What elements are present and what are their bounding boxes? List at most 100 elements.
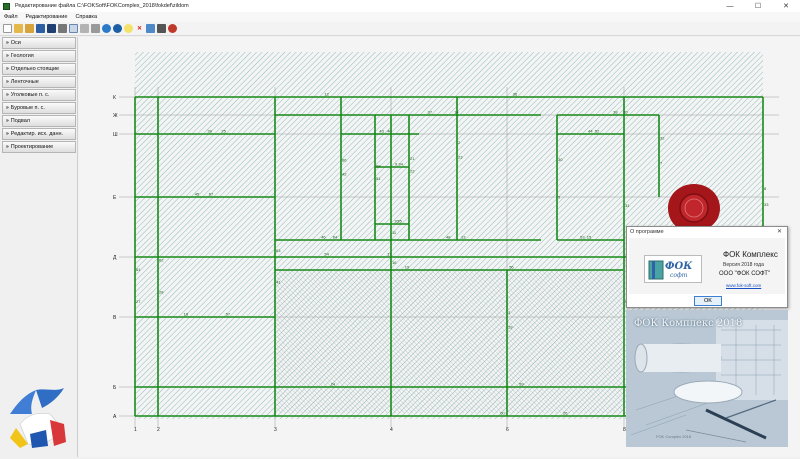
member-label: 54 xyxy=(324,252,329,257)
ok-button[interactable]: OK xyxy=(694,296,722,306)
sidebar-item-label: Буровые п. с. xyxy=(10,104,45,111)
chevron-icon: » xyxy=(6,143,9,150)
lightbulb-icon[interactable] xyxy=(124,24,133,33)
open-icon[interactable] xyxy=(25,24,34,33)
sync-icon[interactable] xyxy=(168,24,177,33)
sidebar-item-bored-walls[interactable]: » Буровые п. с. xyxy=(2,102,76,114)
new-file-icon[interactable] xyxy=(3,24,12,33)
member-label: 67 xyxy=(209,192,214,197)
member-label: 61 xyxy=(136,267,141,272)
member-label: 14 xyxy=(454,110,459,115)
sidebar-item-standalone[interactable]: » Отдельно стоящие xyxy=(2,63,76,75)
menu-edit[interactable]: Редактирование xyxy=(22,14,72,20)
row-axis-labels: К Ж Ш Е Д В Б А xyxy=(113,95,118,420)
splash-footer: FOK Complex 2018 xyxy=(656,434,692,439)
row-axis-label: Е xyxy=(113,195,117,201)
sidebar-item-label: Ленточные xyxy=(10,78,39,85)
member-label: 42 xyxy=(342,172,347,177)
sidebar-item-axes[interactable]: » Оси xyxy=(2,37,76,49)
sidebar-item-edit-source[interactable]: » Редактир. исх. данн. xyxy=(2,128,76,140)
sidebar-item-label: Редактир. исх. данн. xyxy=(10,130,64,137)
chevron-icon: » xyxy=(6,117,9,124)
save-icon[interactable] xyxy=(36,24,45,33)
sidebar-item-basement[interactable]: » Подвал xyxy=(2,115,76,127)
member-label: 62 xyxy=(159,257,164,262)
window-title: Редактирование файла C:\FOKSoft\FOKCompl… xyxy=(15,3,189,9)
row-axis-label: Ш xyxy=(113,132,118,138)
sidebar-item-label: Геология xyxy=(10,52,34,59)
menu-help[interactable]: Справка xyxy=(71,14,101,20)
website-link[interactable]: www.fok-soft.com xyxy=(726,283,761,288)
company-name: ООО "ФОК СОФТ" xyxy=(719,271,771,277)
copy-icon[interactable] xyxy=(69,24,78,33)
cut-icon[interactable] xyxy=(80,24,89,33)
hand-dove-logo xyxy=(10,388,66,448)
book-icon xyxy=(648,260,664,280)
member-label: 31 xyxy=(625,203,630,208)
row-axis-label: В xyxy=(113,315,117,321)
member-label: 57 xyxy=(226,312,231,317)
sidebar-item-strip[interactable]: » Ленточные xyxy=(2,76,76,88)
sidebar-item-geology[interactable]: » Геология xyxy=(2,50,76,62)
member-label: 56 xyxy=(509,265,514,270)
member-label: 8 xyxy=(764,186,767,191)
chevron-icon: » xyxy=(6,39,9,46)
chevron-icon: » xyxy=(6,104,9,111)
blueprint-illustration xyxy=(626,310,788,447)
col-axis-label: 1 xyxy=(134,427,137,433)
sidebar-item-angle-walls[interactable]: » Уголковые п. с. xyxy=(2,89,76,101)
camera-icon[interactable] xyxy=(157,24,166,33)
col-axis-label: 6 xyxy=(506,427,509,433)
col-axis-labels: 123468 xyxy=(134,427,626,433)
member-label: 52 xyxy=(595,129,600,134)
member-label: 45 xyxy=(195,192,200,197)
member-label: 59 xyxy=(519,382,524,387)
row-axis-label: Б xyxy=(113,385,117,391)
delete-icon[interactable]: ✕ xyxy=(135,24,144,33)
member-label: 27 xyxy=(136,299,141,304)
member-label: 21 xyxy=(410,156,415,161)
member-label: 68 xyxy=(376,163,381,168)
member-label: 25 xyxy=(221,129,226,134)
member-label: 28 xyxy=(159,289,164,294)
col-axis-label: 4 xyxy=(390,427,393,433)
globe-2-icon[interactable] xyxy=(113,24,122,33)
member-label: 38 xyxy=(613,110,618,115)
sidebar-item-label: Подвал xyxy=(10,117,31,124)
sidebar-item-label: Уголковые п. с. xyxy=(10,91,50,98)
member-label: 64 xyxy=(333,235,338,240)
row-axis-label: Д xyxy=(113,255,117,261)
globe-icon[interactable] xyxy=(102,24,111,33)
wrench-icon[interactable] xyxy=(91,24,100,33)
print-icon[interactable] xyxy=(58,24,67,33)
menu-file[interactable]: Файл xyxy=(0,14,22,20)
member-label: 33 xyxy=(764,202,769,207)
open-folder-icon[interactable] xyxy=(14,24,23,33)
chevron-icon: » xyxy=(6,130,9,137)
maximize-button[interactable]: ☐ xyxy=(744,0,772,12)
save-as-icon[interactable] xyxy=(47,24,56,33)
member-label: 44 xyxy=(588,129,593,134)
logo-subtext: софт xyxy=(670,272,688,279)
member-label: 23 xyxy=(458,154,463,159)
dialog-close-button[interactable]: ✕ xyxy=(777,228,782,235)
app-name: ФОК Комплекс xyxy=(723,250,778,259)
col-axis-label: 2 xyxy=(157,427,160,433)
member-label: 41 xyxy=(276,280,281,285)
row-axis-label: Ж xyxy=(113,113,118,119)
sidebar-item-design[interactable]: » Проектирование xyxy=(2,141,76,153)
member-label: 63 xyxy=(276,248,281,253)
member-label: 26 xyxy=(563,411,568,416)
member-label: 36 xyxy=(513,92,518,97)
close-button[interactable]: ✕ xyxy=(772,0,800,12)
member-label: 15 xyxy=(587,235,592,240)
table-icon[interactable] xyxy=(146,24,155,33)
member-label: 32 xyxy=(660,136,665,141)
member-label: 66 xyxy=(342,157,347,162)
minimize-button[interactable]: — xyxy=(716,0,744,12)
member-label: 20 xyxy=(623,110,628,115)
sidebar-item-label: Проектирование xyxy=(10,143,54,150)
toolbar: ✕ xyxy=(0,22,800,36)
main-window: Редактирование файла C:\FOKSoft\FOKCompl… xyxy=(0,0,800,457)
member-label: 46 xyxy=(321,235,326,240)
